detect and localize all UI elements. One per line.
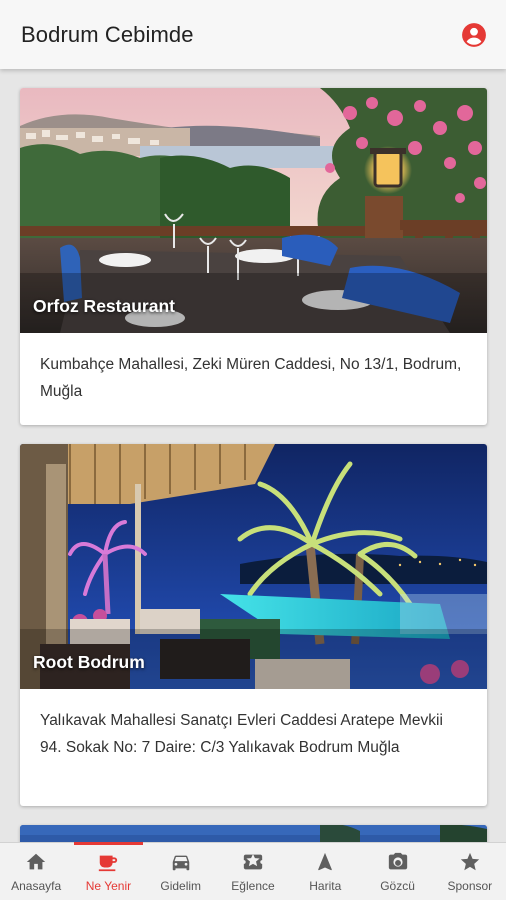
place-address: Yalıkavak Mahallesi Sanatçı Evleri Cadde… <box>40 712 443 756</box>
coffee-cup-icon <box>96 850 120 874</box>
star-icon <box>458 850 482 874</box>
nav-item-ne-yenir[interactable]: Ne Yenir <box>72 842 144 900</box>
bottom-navigation: Anasayfa Ne Yenir Gidelim Eğlence Harita <box>0 842 506 900</box>
place-name: Root Bodrum <box>33 652 145 672</box>
nav-item-sponsor[interactable]: Sponsor <box>434 843 506 900</box>
place-name: Orfoz Restaurant <box>33 296 175 316</box>
place-photo: Orfoz Restaurant <box>20 88 487 333</box>
places-list[interactable]: Orfoz Restaurant Kumbahçe Mahallesi, Zek… <box>0 69 506 842</box>
app-bar: Bodrum Cebimde <box>0 0 506 69</box>
app-title: Bodrum Cebimde <box>21 21 194 47</box>
nav-item-eglence[interactable]: Eğlence <box>217 843 289 900</box>
navigation-icon <box>313 850 337 874</box>
place-card[interactable]: Orfoz Restaurant Kumbahçe Mahallesi, Zek… <box>20 88 487 425</box>
nav-label: Harita <box>309 879 342 893</box>
account-circle-icon[interactable] <box>460 21 488 49</box>
nav-label: Anasayfa <box>11 879 62 893</box>
nav-label: Gözcü <box>380 879 415 893</box>
nav-item-gidelim[interactable]: Gidelim <box>145 843 217 900</box>
ticket-icon <box>241 850 265 874</box>
home-icon <box>24 850 48 874</box>
nav-label: Ne Yenir <box>85 879 132 893</box>
nav-label: Sponsor <box>447 879 493 893</box>
place-card[interactable] <box>20 825 487 842</box>
app-screen: Bodrum Cebimde Orfoz Restaurant Kumbahçe… <box>0 0 506 900</box>
place-photo <box>20 825 487 842</box>
place-photo: Root Bodrum <box>20 444 487 689</box>
nav-item-anasayfa[interactable]: Anasayfa <box>0 843 72 900</box>
car-icon <box>169 850 193 874</box>
nav-item-gozcu[interactable]: Gözcü <box>361 843 433 900</box>
nav-item-harita[interactable]: Harita <box>289 843 361 900</box>
nav-label: Gidelim <box>160 879 202 893</box>
place-address: Kumbahçe Mahallesi, Zeki Müren Caddesi, … <box>40 356 462 400</box>
nav-label: Eğlence <box>231 879 275 893</box>
place-card[interactable]: Root Bodrum Yalıkavak Mahallesi Sanatçı … <box>20 444 487 806</box>
camera-icon <box>386 850 410 874</box>
